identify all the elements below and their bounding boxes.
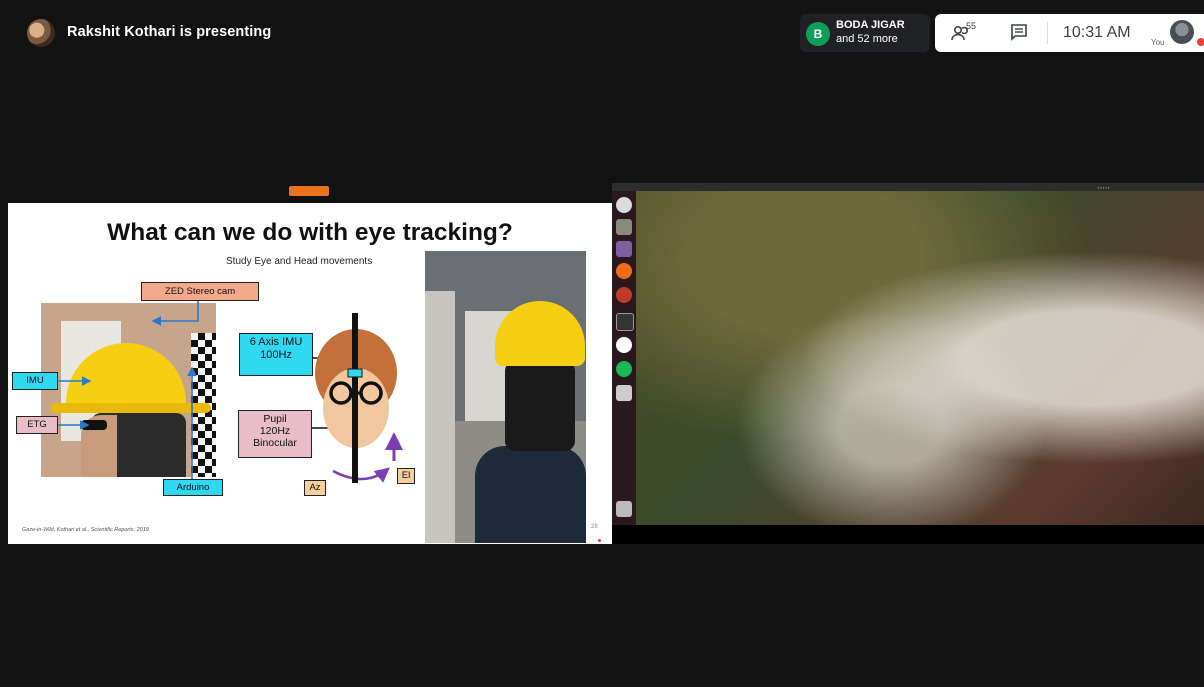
drive-icon[interactable] xyxy=(616,385,632,401)
toolbar-divider xyxy=(1047,22,1048,44)
desktop-launcher xyxy=(612,191,636,525)
slack-icon[interactable] xyxy=(616,337,632,353)
meeting-stage: Rakshit Kothari is presenting B BODA JIG… xyxy=(0,0,1204,687)
participant-name: BODA JIGAR xyxy=(836,19,905,31)
label-el: El xyxy=(397,468,415,484)
self-avatar[interactable] xyxy=(1170,20,1194,44)
slide-sharing-indicator xyxy=(289,186,329,196)
meeting-clock: 10:31 AM xyxy=(1063,24,1131,41)
presentation-slide: What can we do with eye tracking? Study … xyxy=(8,203,612,544)
ubuntu-dash-icon[interactable] xyxy=(616,197,632,213)
label-imu: IMU xyxy=(12,372,58,390)
corridor-photo xyxy=(425,251,586,543)
label-arduino: Arduino xyxy=(163,479,223,496)
participant-avatar: B xyxy=(806,22,830,46)
label-az: Az xyxy=(304,480,326,496)
recording-dot xyxy=(1197,38,1204,46)
label-6-axis-imu: 6 Axis IMU 100Hz xyxy=(239,333,313,376)
desktop-top-panel xyxy=(612,183,1204,191)
firefox-icon[interactable] xyxy=(616,263,632,279)
trash-icon[interactable] xyxy=(616,501,632,517)
laser-dot xyxy=(598,539,601,542)
screen-bottom-strip xyxy=(8,544,1204,563)
slide-page-number: 28 xyxy=(591,524,598,530)
participant-more: and 52 more xyxy=(836,33,898,45)
desktop-system-tray: ▪ ▪ ▪ ▪ ▪ xyxy=(1098,185,1110,190)
desktop-wallpaper xyxy=(636,191,1204,525)
label-etg: ETG xyxy=(16,416,58,434)
shared-screen: What can we do with eye tracking? Study … xyxy=(8,183,1204,563)
files-icon[interactable] xyxy=(616,219,632,235)
presenter-label: Rakshit Kothari is presenting xyxy=(67,24,272,40)
terminal-icon[interactable] xyxy=(616,313,634,331)
spotify-icon[interactable] xyxy=(616,361,632,377)
self-label: You xyxy=(1151,38,1165,47)
app-icon[interactable] xyxy=(616,241,632,257)
label-pupil: Pupil 120Hz Binocular xyxy=(238,410,312,458)
slide-credit: Gaze-in-Wild, Kothari et al., Scientific… xyxy=(22,527,149,533)
presenter-avatar xyxy=(27,19,55,47)
participant-count: 55 xyxy=(966,21,977,31)
label-zed-stereo-cam: ZED Stereo cam xyxy=(141,282,259,301)
ubuntu-desktop: ▪ ▪ ▪ ▪ ▪ xyxy=(612,183,1204,525)
slide-top-strip xyxy=(8,183,612,203)
chat-icon[interactable] xyxy=(1010,23,1028,41)
settings-icon[interactable] xyxy=(616,287,632,303)
